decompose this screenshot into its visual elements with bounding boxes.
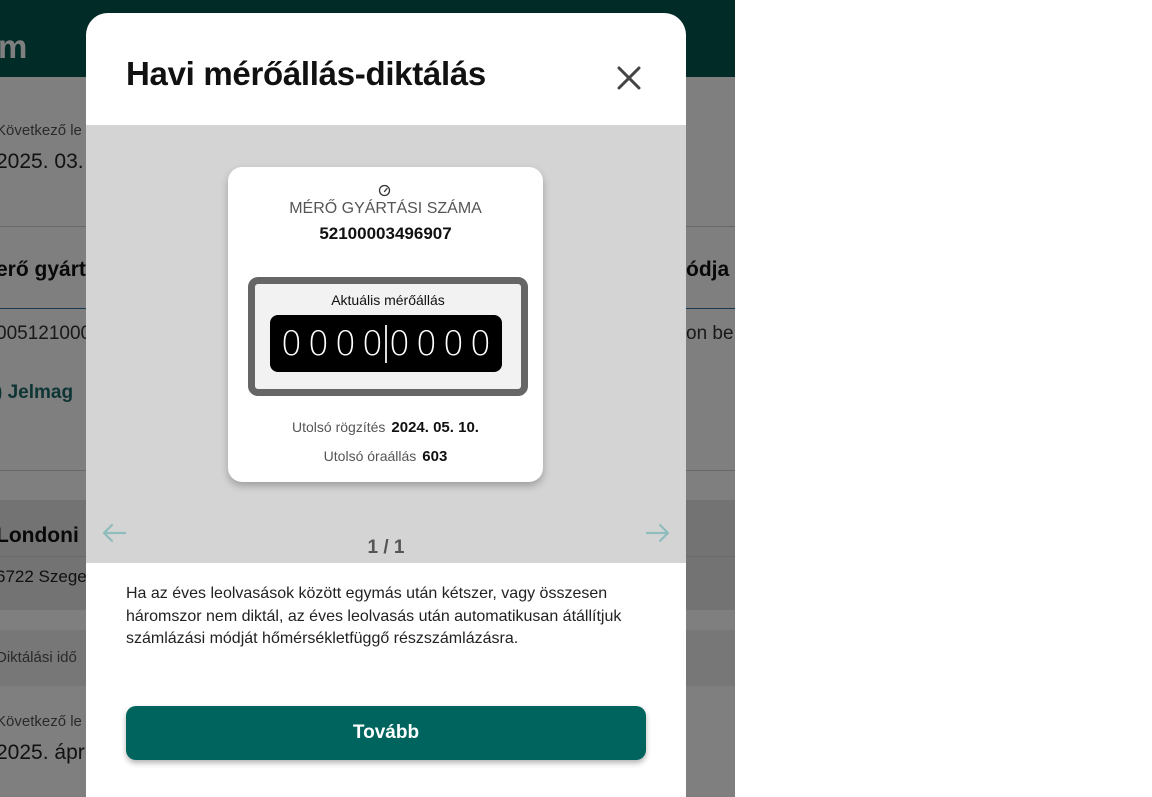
- meter-serial-number: 52100003496907: [319, 224, 452, 243]
- last-reading-label: Utolsó óraállás: [323, 448, 417, 464]
- last-record-value: 2024. 05. 10.: [391, 419, 479, 436]
- reading-digit[interactable]: 0: [467, 324, 494, 364]
- modal-title: Havi mérőállás-diktálás: [126, 55, 486, 92]
- meter-card: MÉRŐ GYÁRTÁSI SZÁMA 52100003496907 Aktuá…: [228, 167, 543, 482]
- reading-digits-input[interactable]: 0 0 0 0 0 0 0 0: [270, 315, 502, 372]
- reading-digit[interactable]: 0: [305, 324, 332, 364]
- meter-serial-label: MÉRŐ GYÁRTÁSI SZÁMA: [289, 200, 482, 217]
- last-reading-value: 603: [422, 448, 448, 465]
- close-icon: [617, 66, 641, 90]
- meter-reading-modal: Havi mérőállás-diktálás MÉRŐ GYÁRTÁSI SZ…: [86, 13, 686, 797]
- reading-digit[interactable]: 0: [332, 324, 359, 364]
- last-record-row: Utolsó rögzítés 2024. 05. 10.: [228, 419, 543, 436]
- next-meter-button[interactable]: [644, 521, 672, 545]
- next-button[interactable]: Tovább: [126, 706, 646, 760]
- gauge-icon: [378, 184, 391, 197]
- arrow-right-icon: [645, 523, 670, 543]
- last-reading-row: Utolsó óraállás 603: [228, 448, 543, 465]
- last-record-label: Utolsó rögzítés: [292, 419, 386, 435]
- carousel-pager: 1 / 1: [367, 537, 405, 558]
- reading-digit[interactable]: 0: [440, 324, 467, 364]
- reading-digit[interactable]: 0: [413, 324, 440, 364]
- close-button[interactable]: [614, 63, 644, 93]
- reading-digit[interactable]: 0: [359, 324, 386, 364]
- current-reading-label: Aktuális mérőállás: [331, 292, 445, 308]
- reading-frame: Aktuális mérőállás 0 0 0 0 0 0 0 0: [248, 277, 528, 396]
- reading-digit[interactable]: 0: [278, 324, 305, 364]
- reading-digit[interactable]: 0: [386, 324, 413, 364]
- meter-carousel: MÉRŐ GYÁRTÁSI SZÁMA 52100003496907 Aktuá…: [86, 125, 686, 563]
- billing-notice: Ha az éves leolvasások között egymás utá…: [126, 585, 622, 647]
